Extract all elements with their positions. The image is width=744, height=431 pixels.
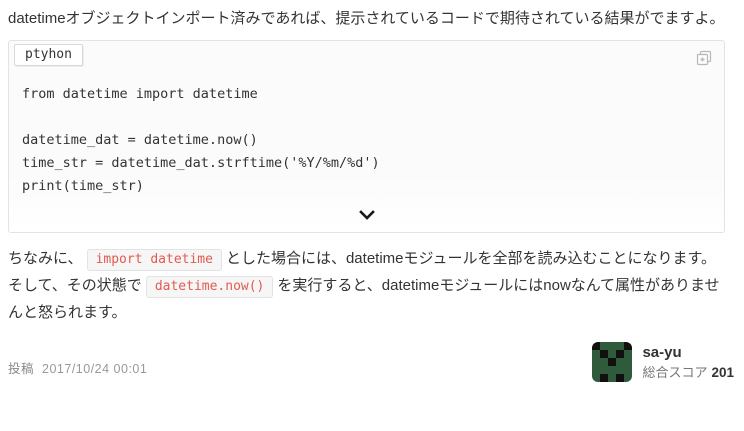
note1-text-before: ちなみに、 xyxy=(8,250,83,267)
score-label: 総合スコア xyxy=(642,365,708,380)
expand-code-button[interactable] xyxy=(358,208,375,223)
code-language-tab: ptyhon xyxy=(14,44,83,66)
inline-code-import-datetime: import datetime xyxy=(86,249,222,271)
user-card[interactable]: sa-yu 総合スコア 201 xyxy=(592,342,734,382)
answer-body: datetimeオブジェクトインポート済みであれば、提示されているコードで期待さ… xyxy=(0,0,744,382)
user-score: 総合スコア 201 xyxy=(642,363,734,382)
username[interactable]: sa-yu xyxy=(642,343,734,363)
chevron-down-icon xyxy=(358,208,375,223)
post-timestamp: 投稿 2017/10/24 00:01 xyxy=(8,358,147,377)
avatar[interactable] xyxy=(592,342,633,382)
copy-code-button[interactable] xyxy=(696,50,712,66)
answer-footer: 投稿 2017/10/24 00:01 sa-yu 総合スコア 201 xyxy=(8,342,736,382)
answer-note-paragraph-2: そして、その状態で datetime.now() を実行すると、datetimeモジ… xyxy=(8,273,734,326)
posted-label: 投稿 xyxy=(8,362,35,376)
posted-datetime: 2017/10/24 00:01 xyxy=(42,362,148,376)
answer-lead-paragraph: datetimeオブジェクトインポート済みであれば、提示されているコードで期待さ… xyxy=(8,10,725,27)
answer-note-paragraph-1: ちなみに、 import datetime とした場合には、datetimeモジュー… xyxy=(8,246,734,273)
copy-icon xyxy=(696,50,712,69)
code-block: ptyhon from datetime import datetime dat… xyxy=(8,40,725,233)
score-value: 201 xyxy=(711,365,734,380)
user-meta: sa-yu 総合スコア 201 xyxy=(642,342,734,382)
note2-text-before: そして、その状態で xyxy=(8,277,142,294)
inline-code-datetime-now: datetime.now() xyxy=(145,276,274,298)
note1-text-after: とした場合には、datetimeモジュールを全部を読み込むことになります。 xyxy=(225,250,716,267)
code-content[interactable]: from datetime import datetime datetime_d… xyxy=(22,83,704,198)
